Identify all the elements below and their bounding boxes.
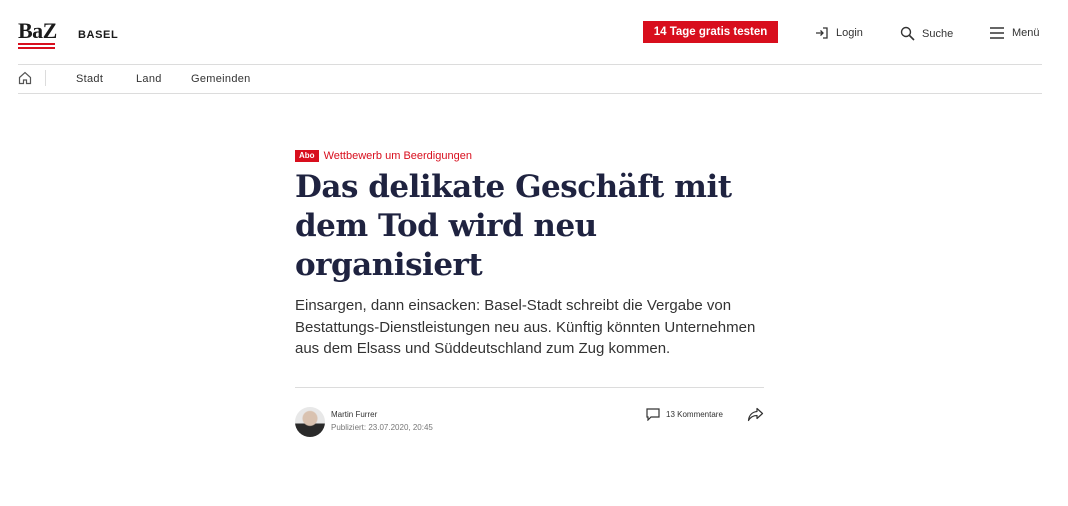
author-avatar[interactable] [295, 407, 325, 437]
region-label[interactable]: BASEL [78, 29, 118, 41]
comments-count: 13 Kommentare [666, 410, 723, 419]
hamburger-icon [990, 27, 1004, 39]
subnav-separator [45, 70, 46, 86]
home-icon [18, 71, 32, 85]
publish-date: Publiziert: 23.07.2020, 20:45 [331, 423, 433, 432]
abo-badge: Abo [295, 150, 319, 162]
login-icon [816, 27, 828, 39]
menu-button[interactable]: Menü [989, 26, 1040, 40]
author-name[interactable]: Martin Furrer [331, 410, 377, 419]
article-divider [295, 387, 764, 388]
share-button[interactable] [747, 407, 764, 427]
menu-label: Menü [1012, 27, 1040, 39]
comment-bubble-icon [646, 408, 660, 421]
kicker-text: Wettbewerb um Beerdigungen [323, 150, 472, 162]
subnav-item-stadt[interactable]: Stadt [76, 73, 103, 85]
subnav-item-gemeinden[interactable]: Gemeinden [191, 73, 251, 85]
baz-logo[interactable]: BaZ [18, 18, 57, 50]
comments-link[interactable]: 13 Kommentare [646, 408, 723, 421]
trial-button[interactable]: 14 Tage gratis testen [643, 21, 778, 43]
site-header: BaZ BASEL 14 Tage gratis testen Login Su… [18, 18, 1042, 58]
login-button[interactable]: Login [815, 26, 863, 40]
share-arrow-icon [747, 407, 764, 422]
search-button[interactable]: Suche [900, 26, 953, 41]
login-label: Login [836, 27, 863, 39]
logo-underline [18, 43, 55, 45]
search-label: Suche [922, 27, 954, 40]
logo-text: BaZ [18, 18, 57, 43]
subnav-divider-top [18, 64, 1042, 65]
article-lead: Einsargen, dann einsacken: Basel-Stadt s… [295, 297, 756, 357]
logo-underline-2 [18, 47, 55, 49]
home-link[interactable] [18, 71, 32, 90]
search-icon [900, 26, 915, 41]
article-kicker: Abo Wettbewerb um Beerdigungen [295, 150, 472, 162]
subnav-divider-bottom [18, 93, 1042, 94]
article-headline: Das delikate Geschäft mit dem Tod wird n… [295, 169, 732, 283]
subnav-item-land[interactable]: Land [136, 73, 162, 85]
